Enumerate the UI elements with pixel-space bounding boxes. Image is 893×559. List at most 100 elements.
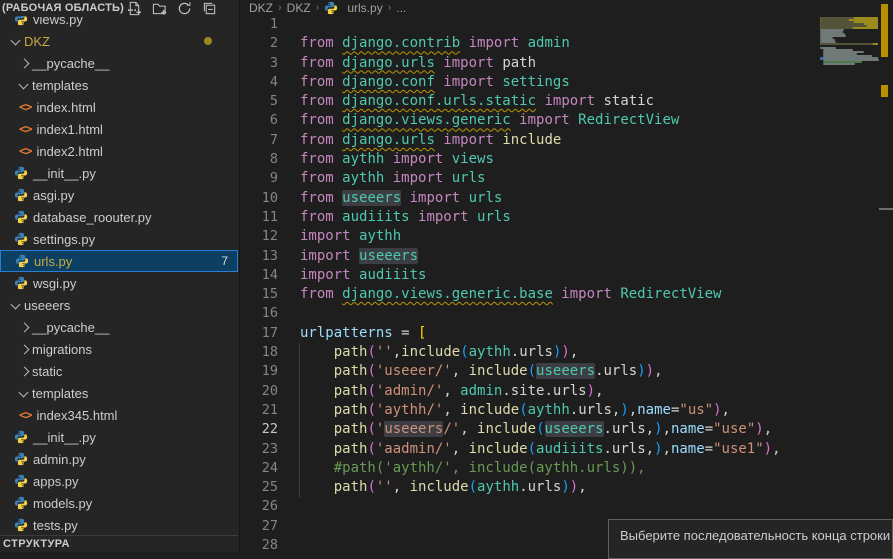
code-line[interactable]: 4from django.conf import settings: [241, 73, 893, 92]
code-line[interactable]: 17urlpatterns = [: [241, 324, 893, 343]
tree-item-label: settings.py: [33, 232, 95, 247]
tree-item-index.html[interactable]: <>index.html: [0, 96, 238, 118]
code-line[interactable]: 10from useeers import urls: [241, 189, 893, 208]
code-line[interactable]: 5from django.conf.urls.static import sta…: [241, 92, 893, 111]
breadcrumb-item-DKZ[interactable]: DKZ: [249, 1, 273, 15]
tree-item-templates[interactable]: templates: [0, 382, 238, 404]
breadcrumb: DKZ›DKZ› urls.py›...: [241, 0, 893, 16]
tree-item-label: wsgi.py: [33, 276, 76, 291]
code-line[interactable]: 25 path('', include(aythh.urls)),: [241, 478, 893, 497]
workspace-section-header[interactable]: (РАБОЧАЯ ОБЛАСТЬ) ...: [0, 0, 238, 16]
tree-item-wsgi.py[interactable]: wsgi.py: [0, 272, 238, 294]
tree-item-__init__.py[interactable]: __init__.py: [0, 426, 238, 448]
tree-item-migrations[interactable]: migrations: [0, 338, 238, 360]
code-line[interactable]: 15from django.views.generic.base import …: [241, 285, 893, 304]
code-line[interactable]: 11 from audiiits import urls: [241, 208, 893, 227]
collapse-all-icon[interactable]: [202, 1, 217, 16]
tree-item-label: index2.html: [36, 144, 102, 159]
tree-item-admin.py[interactable]: admin.py: [0, 448, 238, 470]
breadcrumb-separator-icon: ›: [316, 2, 320, 14]
tree-item-asgi.py[interactable]: asgi.py: [0, 184, 238, 206]
code-line[interactable]: 23 path('aadmin/', include(audiiits.urls…: [241, 440, 893, 459]
code-line[interactable]: 6from django.views.generic import Redire…: [241, 111, 893, 130]
tree-item-useeers[interactable]: useeers: [0, 294, 238, 316]
line-number: 11: [241, 208, 278, 227]
breadcrumb-item-urls.py[interactable]: urls.py: [324, 1, 382, 15]
code-line[interactable]: 19 path('useeer/', include(useeers.urls)…: [241, 362, 893, 381]
chevron-down-icon: [16, 385, 32, 401]
code-line[interactable]: 13import useeers: [241, 247, 893, 266]
tree-item-index1.html[interactable]: <>index1.html: [0, 118, 238, 140]
code-line-text: from django.contrib import admin: [300, 34, 570, 53]
tree-item-DKZ[interactable]: DKZ: [0, 30, 238, 52]
breadcrumb-item-...[interactable]: ...: [396, 1, 406, 15]
tree-item-label: models.py: [33, 496, 92, 511]
tree-item-label: useeers: [24, 298, 70, 313]
tree-item-index345.html[interactable]: <>index345.html: [0, 404, 238, 426]
tree-item-models.py[interactable]: models.py: [0, 492, 238, 514]
code-line-text: from django.conf import settings: [300, 73, 570, 92]
overview-ruler[interactable]: [879, 0, 893, 552]
new-folder-icon[interactable]: [152, 1, 167, 16]
tree-item-__pycache__[interactable]: __pycache__: [0, 316, 238, 338]
html-file-icon: <>: [19, 408, 31, 422]
line-number: 13: [241, 247, 278, 266]
code-area[interactable]: 12from django.contrib import admin3from …: [241, 15, 893, 555]
eol-tooltip-text: Выберите последовательность конца строки: [620, 528, 890, 543]
problems-badge: 7: [221, 254, 228, 268]
code-line[interactable]: 26: [241, 497, 893, 516]
tree-item-apps.py[interactable]: apps.py: [0, 470, 238, 492]
tree-item-urls.py[interactable]: urls.py 7: [0, 250, 238, 272]
code-line[interactable]: 24 #path('aythh/', include(aythh.urls)),: [241, 459, 893, 478]
tree-item-settings.py[interactable]: settings.py: [0, 228, 238, 250]
breadcrumb-item-DKZ[interactable]: DKZ: [287, 1, 311, 15]
line-number: 16: [241, 304, 278, 323]
python-icon: [14, 210, 28, 224]
python-icon: [14, 474, 28, 488]
tree-item-templates[interactable]: templates: [0, 74, 238, 96]
outline-section-header[interactable]: СТРУКТУРА: [0, 535, 238, 552]
tree-item-index2.html[interactable]: <>index2.html: [0, 140, 238, 162]
line-number: 27: [241, 517, 278, 536]
code-line[interactable]: 8from aythh import views: [241, 150, 893, 169]
breadcrumb-label: urls.py: [347, 1, 382, 15]
editor-pane[interactable]: DKZ›DKZ› urls.py›... 12from django.contr…: [241, 0, 893, 552]
code-line[interactable]: 20 path('admin/', admin.site.urls),: [241, 382, 893, 401]
python-icon: [14, 232, 28, 246]
code-line[interactable]: 7from django.urls import include: [241, 131, 893, 150]
line-number: 26: [241, 497, 278, 516]
tree-item-__pycache__[interactable]: __pycache__: [0, 52, 238, 74]
tree-item-label: __init__.py: [33, 430, 96, 445]
new-file-icon[interactable]: [127, 1, 142, 16]
line-number: 10: [241, 189, 278, 208]
code-line[interactable]: 22 path('useeers/', include(useeers.urls…: [241, 420, 893, 439]
code-line[interactable]: 3from django.urls import path: [241, 54, 893, 73]
minimap[interactable]: [820, 15, 878, 125]
code-line[interactable]: 18 path('',include(aythh.urls)),: [241, 343, 893, 362]
line-number: 22: [241, 420, 278, 439]
code-line-text: path('useeer/', include(useeers.urls)),: [300, 362, 663, 381]
code-line[interactable]: 1: [241, 15, 893, 34]
code-line-text: from audiiits import urls: [300, 208, 511, 227]
code-line[interactable]: 2from django.contrib import admin: [241, 34, 893, 53]
tree-item-tests.py[interactable]: tests.py: [0, 514, 238, 536]
line-number: 17: [241, 324, 278, 343]
tree-item-database_roouter.py[interactable]: database_roouter.py: [0, 206, 238, 228]
vscode-window: { "colors":{"accent":"#2b7cd3","warning"…: [0, 0, 893, 552]
code-line-text: path('aythh/', include(aythh.urls,),name…: [300, 401, 730, 420]
line-number: 6: [241, 111, 278, 130]
tree-item-static[interactable]: static: [0, 360, 238, 382]
code-line[interactable]: 16: [241, 304, 893, 323]
code-line[interactable]: 12import aythh: [241, 227, 893, 246]
tree-item-label: apps.py: [33, 474, 79, 489]
code-line[interactable]: 21 path('aythh/', include(aythh.urls,),n…: [241, 401, 893, 420]
code-line[interactable]: 9from aythh import urls: [241, 169, 893, 188]
refresh-icon[interactable]: [177, 1, 192, 16]
eol-tooltip: Выберите последовательность конца строки: [608, 519, 893, 559]
breadcrumb-label: ...: [396, 1, 406, 15]
tree-item-__init__.py[interactable]: __init__.py: [0, 162, 238, 184]
ruler-mark: [881, 85, 888, 97]
code-line[interactable]: 14import audiiits: [241, 266, 893, 285]
tree-item-label: database_roouter.py: [33, 210, 152, 225]
tree-item-label: urls.py: [34, 254, 72, 269]
